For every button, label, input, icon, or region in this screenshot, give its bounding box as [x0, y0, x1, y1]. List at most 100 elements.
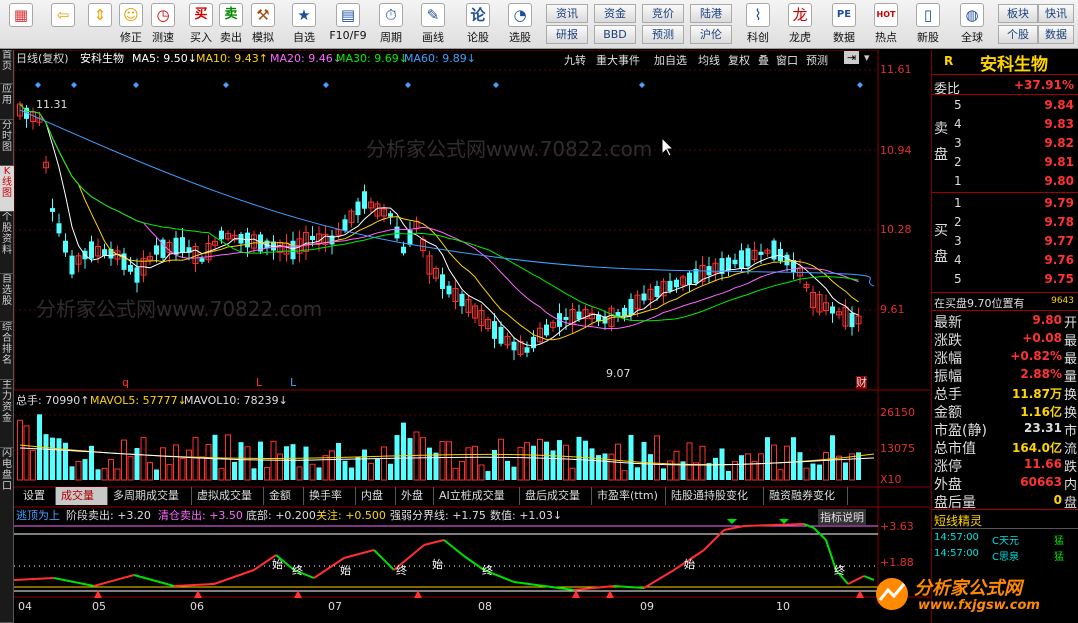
grid-menu-button[interactable]: ▦ — [6, 3, 36, 47]
tab-kline[interactable]: K线图 — [0, 166, 14, 212]
tab-stock-profile[interactable]: 个股资料 — [0, 212, 14, 274]
data-small-button[interactable]: 数据 — [1038, 25, 1074, 44]
tab-amount[interactable]: 金额 — [264, 487, 304, 505]
tab-timeshare[interactable]: 分时图 — [0, 120, 14, 166]
date-label: 06 — [190, 600, 204, 613]
event-marker-icon[interactable] — [639, 82, 645, 88]
short-stock[interactable]: C天元 — [992, 532, 1019, 547]
london-button[interactable]: 沪伦 — [690, 25, 732, 44]
tab-margin[interactable]: 融资融券变化 — [764, 487, 848, 505]
tab-inner[interactable]: 内盘 — [356, 487, 396, 505]
ask-price[interactable]: 9.80 — [1044, 174, 1074, 188]
event-marker-icon[interactable] — [71, 82, 77, 88]
finance-marker[interactable]: 财 — [856, 376, 867, 389]
ask-price[interactable]: 9.82 — [1044, 136, 1074, 150]
bid-price[interactable]: 9.79 — [1044, 196, 1074, 210]
tab-hk-holding[interactable]: 陆股通持股变化 — [666, 487, 764, 505]
tab-virtual-volume[interactable]: 虚拟成交量 — [192, 487, 264, 505]
data-button[interactable]: PE 数据 — [826, 3, 862, 47]
clear-sell-value: 清仓卖出: +3.50 — [158, 509, 243, 522]
tab-pe-ttm[interactable]: 市盈率(ttm) — [592, 487, 666, 505]
event-marker-icon[interactable] — [493, 82, 499, 88]
tab-home[interactable]: 首页 — [0, 50, 14, 84]
bid-price[interactable]: 9.76 — [1044, 253, 1074, 267]
single-stock-button[interactable]: 个股 — [998, 25, 1038, 44]
flash-news-button[interactable]: 快讯 — [1038, 4, 1074, 23]
tab-outer[interactable]: 外盘 — [396, 487, 434, 505]
volume-bar — [225, 434, 231, 481]
watchlist-button[interactable]: ★ 自选 — [284, 3, 324, 47]
ma-button[interactable]: 均线 — [698, 52, 720, 68]
major-events-button[interactable]: 重大事件 — [596, 52, 640, 68]
bid-price[interactable]: 9.75 — [1044, 272, 1074, 286]
period-label[interactable]: 日线(复权) — [16, 52, 69, 65]
hot-button[interactable]: HOT 热点 — [868, 3, 904, 47]
forecast-button[interactable]: 预测 — [642, 25, 684, 44]
tab-main-fund[interactable]: 主力资金 — [0, 380, 14, 448]
tab-ranking[interactable]: 综合排名 — [0, 322, 14, 380]
sell-button[interactable]: 卖卖出 — [216, 3, 246, 47]
volume-bar — [50, 437, 55, 480]
tab-after-hours-volume[interactable]: 盘后成交量 — [520, 487, 592, 505]
tab-flash-quote[interactable]: 闪电盘口 — [0, 448, 14, 623]
discuss-button[interactable]: 论论股 — [462, 3, 494, 47]
revise-button[interactable]: ☺ 修正 — [116, 3, 146, 47]
kline-chart-svg[interactable] — [14, 50, 930, 623]
ask-price[interactable]: 9.81 — [1044, 155, 1074, 169]
tab-multi-period-volume[interactable]: 多周期成交量 — [108, 487, 192, 505]
event-marker-icon[interactable] — [133, 82, 139, 88]
newstock-icon: ▯ — [916, 3, 940, 27]
draw-line-button[interactable]: ✎ 画线 — [414, 3, 452, 47]
adjust-button[interactable]: 复权 — [728, 52, 750, 68]
bbd-button[interactable]: BBD — [594, 25, 636, 44]
ask-price[interactable]: 9.84 — [1044, 98, 1074, 112]
tab-volume[interactable]: 成交量 — [56, 487, 108, 505]
stock-select-button[interactable]: ◔ 选股 — [500, 3, 540, 47]
dragon-tiger-button[interactable]: 龙龙虎 — [782, 3, 818, 47]
hk-connect-button[interactable]: 陆港 — [690, 4, 732, 23]
updown-button[interactable]: ⇕ — [86, 3, 114, 47]
tab-ai-volume[interactable]: AI立桩成交量 — [434, 487, 520, 505]
predict-button[interactable]: 预测 — [806, 52, 828, 68]
tab-watchlist[interactable]: 自选股 — [0, 274, 14, 322]
tab-apps[interactable]: 应用 — [0, 84, 14, 120]
simulate-button[interactable]: ⚒ 模拟 — [248, 3, 278, 47]
fund-button[interactable]: 资金 — [594, 4, 636, 23]
bid-price[interactable]: 9.78 — [1044, 215, 1074, 229]
indicator-help-button[interactable]: 指标说明 — [818, 509, 866, 525]
f10-button[interactable]: ▤ F10/F9 — [326, 3, 370, 47]
speedtest-button[interactable]: ◷ 测速 — [148, 3, 178, 47]
bid-price[interactable]: 9.77 — [1044, 234, 1074, 248]
auction-button[interactable]: 竞价 — [642, 4, 684, 23]
window-button[interactable]: 窗口 — [776, 52, 798, 68]
back-button[interactable]: ⇦ — [48, 3, 78, 47]
event-marker-icon[interactable] — [857, 82, 863, 88]
event-marker-icon[interactable] — [223, 82, 229, 88]
date-label: 09 — [640, 600, 654, 613]
candle-body — [622, 307, 627, 317]
overlay-button[interactable]: 叠 — [758, 52, 769, 68]
short-stock[interactable]: C思泉 — [992, 548, 1019, 563]
global-button[interactable]: ◍ 全球 — [952, 3, 992, 47]
tab-turnover[interactable]: 换手率 — [304, 487, 356, 505]
research-button[interactable]: 研报 — [546, 25, 588, 44]
collapse-panel-icon[interactable]: ⇥ — [844, 51, 860, 64]
event-marker-icon[interactable] — [35, 82, 41, 88]
ask-price[interactable]: 9.83 — [1044, 117, 1074, 131]
period-button[interactable]: ⏱ 周期 — [372, 3, 410, 47]
volume-bar — [114, 468, 121, 481]
volume-bar — [368, 462, 374, 481]
news-button[interactable]: 资讯 — [546, 4, 588, 23]
add-watchlist-button[interactable]: 加自选 — [654, 52, 687, 68]
dropdown-icon[interactable]: ▾ — [864, 51, 870, 64]
nine-turn-button[interactable]: 九转 — [564, 52, 586, 68]
event-marker-icon[interactable] — [323, 82, 329, 88]
tab-settings[interactable]: 设置 — [18, 487, 56, 505]
new-stock-button[interactable]: ▯ 新股 — [910, 3, 946, 47]
buy-button[interactable]: 买买入 — [186, 3, 216, 47]
volume-bar — [134, 447, 140, 480]
sector-button[interactable]: 板块 — [998, 4, 1038, 23]
candle-body — [511, 341, 517, 351]
event-marker-icon[interactable] — [405, 82, 411, 88]
kechuang-button[interactable]: ⌇ 科创 — [740, 3, 776, 47]
